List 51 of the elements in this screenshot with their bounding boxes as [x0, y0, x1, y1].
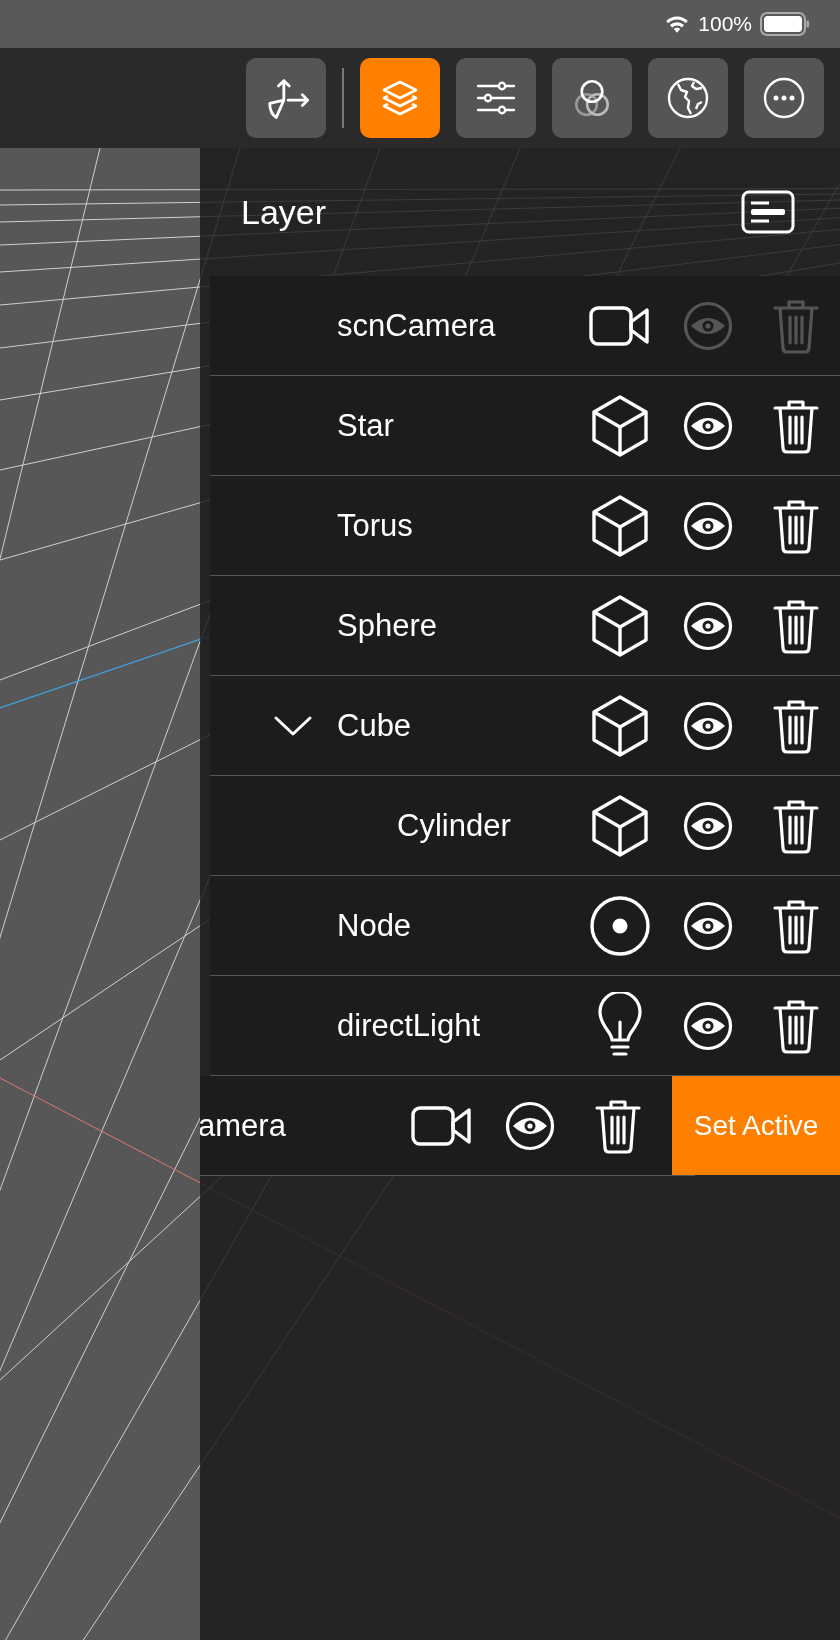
sliders-tool-button[interactable]	[456, 58, 536, 138]
layer-name: Torus	[337, 507, 413, 544]
visibility-eye-icon[interactable]	[683, 500, 733, 551]
visibility-eye-icon[interactable]	[683, 700, 733, 751]
layer-row[interactable]: amera	[200, 1076, 695, 1176]
cube-icon	[590, 593, 650, 658]
visibility-eye-icon[interactable]	[683, 1000, 733, 1051]
layer-name: Star	[337, 407, 394, 444]
layer-name: directLight	[337, 1007, 481, 1044]
layer-name: Node	[337, 907, 412, 944]
visibility-eye-icon[interactable]	[683, 800, 733, 851]
layer-row[interactable]: Sphere	[210, 576, 840, 676]
list-view-icon[interactable]	[741, 190, 795, 234]
panel-title: Layer	[241, 192, 327, 232]
layer-row[interactable]: Star	[210, 376, 840, 476]
layer-name: scnCamera	[337, 307, 496, 344]
video-camera-icon	[589, 303, 651, 348]
layers-tool-button[interactable]	[360, 58, 440, 138]
layer-row[interactable]: Node	[210, 876, 840, 976]
trash-icon[interactable]	[773, 797, 819, 854]
layer-row[interactable]: Torus	[210, 476, 840, 576]
target-dot-icon	[589, 894, 651, 957]
trash-icon[interactable]	[595, 1097, 641, 1154]
trash-icon[interactable]	[773, 697, 819, 754]
layer-row[interactable]: Cube	[210, 676, 840, 776]
visibility-eye-icon[interactable]	[683, 900, 733, 951]
visibility-eye-icon[interactable]	[505, 1100, 555, 1151]
cube-icon	[590, 693, 650, 758]
trash-icon[interactable]	[773, 897, 819, 954]
battery-percent: 100%	[698, 12, 752, 36]
layer-name: Sphere	[337, 607, 437, 644]
visibility-eye-icon[interactable]	[683, 600, 733, 651]
transform-tool-button[interactable]	[246, 58, 326, 138]
layer-name: Cube	[337, 707, 412, 744]
materials-tool-button[interactable]	[552, 58, 632, 138]
visibility-eye-icon[interactable]	[683, 400, 733, 451]
layer-row[interactable]: directLight	[210, 976, 840, 1076]
more-tool-button[interactable]	[744, 58, 824, 138]
layer-name: Cylinder	[397, 807, 511, 844]
trash-icon[interactable]	[773, 597, 819, 654]
cube-icon	[590, 393, 650, 458]
world-tool-button[interactable]	[648, 58, 728, 138]
trash-icon[interactable]	[773, 497, 819, 554]
video-camera-icon	[411, 1103, 473, 1148]
cube-icon	[590, 793, 650, 858]
trash-icon[interactable]	[773, 997, 819, 1054]
trash-icon[interactable]	[773, 397, 819, 454]
layer-name: amera	[200, 1107, 286, 1144]
cube-icon	[590, 493, 650, 558]
battery-icon	[760, 12, 810, 36]
layer-row[interactable]: Cylinder	[210, 776, 840, 876]
